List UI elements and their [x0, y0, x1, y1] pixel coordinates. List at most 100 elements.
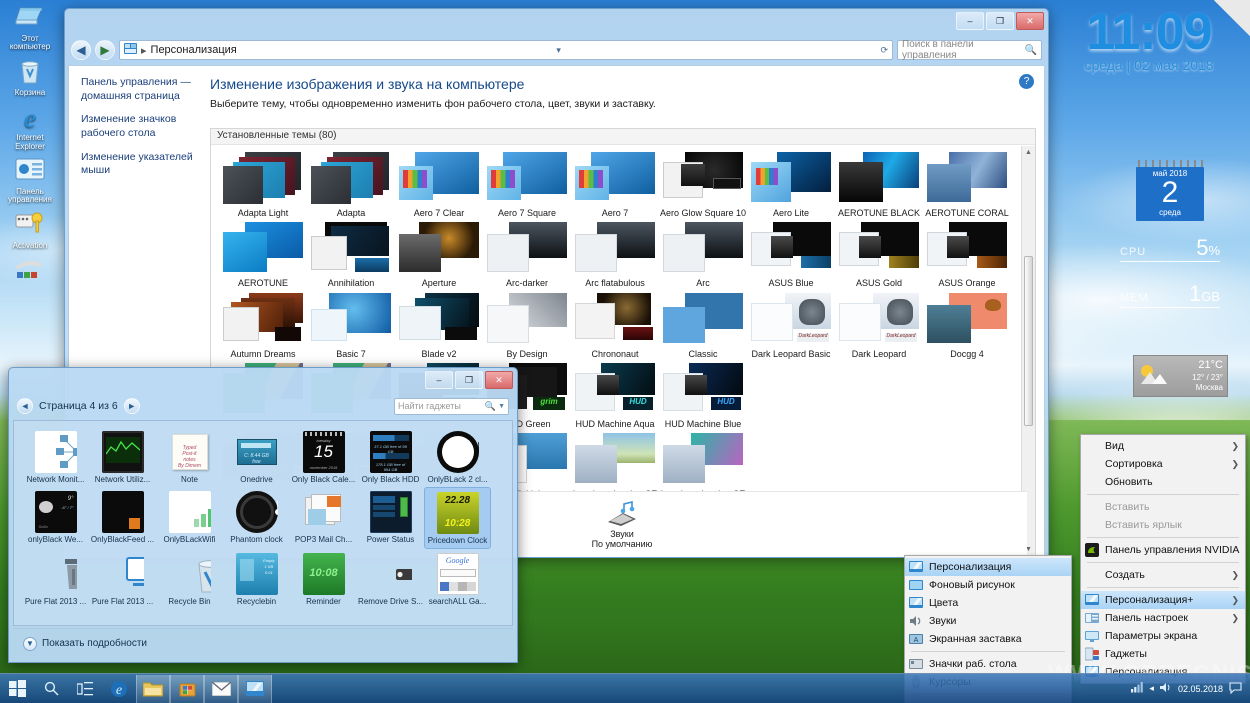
- gadget-item[interactable]: 37.1 GB free of 99 GB 178.1 GB free of 95…: [357, 427, 424, 487]
- gadget-item[interactable]: Empty 1 KB 0.01 Recyclebin: [223, 549, 290, 609]
- theme-item[interactable]: Adapta Light: [219, 152, 307, 218]
- taskbar[interactable]: e ◂ 02.05.2018: [0, 673, 1250, 703]
- gadgets-maximize-button[interactable]: ❐: [455, 371, 483, 389]
- menu-item[interactable]: Панель настроек ❯: [1081, 609, 1245, 627]
- menu-item[interactable]: Вид ❯: [1081, 437, 1245, 455]
- menu-item[interactable]: Параметры экрана: [1081, 627, 1245, 645]
- gadget-item[interactable]: 10:08 Reminder: [290, 549, 357, 609]
- theme-item[interactable]: Aero 7: [571, 152, 659, 218]
- theme-item[interactable]: AEROTUNE: [219, 222, 307, 288]
- tray-action-center-icon[interactable]: [1229, 681, 1242, 696]
- tray-network-icon[interactable]: [1131, 682, 1144, 695]
- theme-item[interactable]: HUD HUD Machine Aqua: [571, 363, 659, 429]
- sidebar-link-mouse-pointers[interactable]: Изменение указателей мыши: [81, 151, 194, 178]
- theme-item[interactable]: ASUS Orange: [923, 222, 1011, 288]
- theme-item[interactable]: Aero 7 Clear: [395, 152, 483, 218]
- chevron-down-icon[interactable]: ▼: [23, 636, 37, 651]
- theme-item[interactable]: Chrononaut: [571, 292, 659, 359]
- theme-item[interactable]: Annihilation: [307, 222, 395, 288]
- show-details-link[interactable]: Показать подробности: [42, 638, 147, 649]
- system-tray[interactable]: ◂ 02.05.2018: [1131, 681, 1250, 696]
- gadget-item[interactable]: Recycle Bin: [156, 549, 223, 609]
- menu-item[interactable]: Звуки: [905, 612, 1071, 630]
- desktop-icon-recycle-bin[interactable]: Корзина: [2, 58, 58, 97]
- gadget-item[interactable]: POP3 Mail Ch...: [290, 487, 357, 549]
- theme-item[interactable]: HUD HUD Machine Blue: [659, 363, 747, 429]
- gadget-item[interactable]: 22.28 10:28 Pricedown Clock: [424, 486, 491, 549]
- menu-item[interactable]: A Экранная заставка: [905, 630, 1071, 648]
- gadget-item[interactable]: Power Status: [357, 487, 424, 549]
- theme-item[interactable]: Aperture: [395, 222, 483, 288]
- refresh-icon[interactable]: ⟳: [880, 45, 888, 56]
- taskbar-clock[interactable]: 02.05.2018: [1178, 684, 1223, 694]
- mail-button[interactable]: [204, 674, 238, 703]
- theme-item[interactable]: Adapta: [307, 152, 395, 218]
- store-button[interactable]: [170, 674, 204, 703]
- forward-button[interactable]: ▶: [95, 40, 115, 60]
- sidebar-link-desktop-icons[interactable]: Изменение значков рабочего стола: [81, 113, 194, 140]
- gadget-item[interactable]: Phantom clock: [223, 487, 290, 549]
- gadget-item[interactable]: Network Monit...: [22, 427, 89, 487]
- gadget-item[interactable]: Remove Drive S...: [357, 549, 424, 609]
- scrollbar-thumb[interactable]: [1024, 256, 1033, 426]
- menu-item[interactable]: Фоновый рисунок: [905, 576, 1071, 594]
- internet-explorer-button[interactable]: e: [102, 675, 136, 703]
- gadget-item[interactable]: Network Utiliz...: [89, 427, 156, 487]
- gadget-item[interactable]: OnlyBLack 2 cl...: [424, 427, 491, 487]
- maximize-button[interactable]: ❐: [986, 12, 1014, 30]
- gadget-item[interactable]: i Pure Flat 2013 ...: [89, 549, 156, 609]
- gadgets-minimize-button[interactable]: –: [425, 371, 453, 389]
- chevron-down-icon[interactable]: ▼: [498, 403, 505, 410]
- gadget-item[interactable]: Google searchALL Ga...: [424, 549, 491, 609]
- chevron-down-icon[interactable]: ▾: [556, 45, 561, 56]
- menu-item[interactable]: Панель управления NVIDIA: [1081, 541, 1245, 559]
- theme-item[interactable]: Basic 7: [307, 292, 395, 359]
- gadget-item[interactable]: Pure Flat 2013 ...: [22, 549, 89, 609]
- theme-item[interactable]: Aero Glow Square 10: [659, 152, 747, 218]
- theme-item[interactable]: ASUS Gold: [835, 222, 923, 288]
- theme-item[interactable]: By Design: [483, 292, 571, 359]
- gadgets-titlebar[interactable]: – ❐ ✕: [9, 368, 517, 394]
- gadgets-gallery-window[interactable]: – ❐ ✕ ◄ Страница 4 из 6 ► Найти гаджеты …: [8, 367, 518, 663]
- minimize-button[interactable]: –: [956, 12, 984, 30]
- help-button[interactable]: ?: [1019, 74, 1034, 89]
- gadget-item[interactable]: OnlyBlackFeed ...: [89, 487, 156, 549]
- back-button[interactable]: ◀: [71, 40, 91, 60]
- explorer-button[interactable]: [136, 674, 170, 703]
- gadgets-next-button[interactable]: ►: [123, 398, 140, 414]
- theme-item[interactable]: Docgg 4: [923, 292, 1011, 359]
- desktop-icon-shortcut[interactable]: [2, 256, 58, 286]
- theme-item[interactable]: AEROTUNE BLACK: [835, 152, 923, 218]
- gadget-item[interactable]: C: 8.44 GB free Onedrive: [223, 427, 290, 487]
- theme-item[interactable]: Arc flatabulous: [571, 222, 659, 288]
- tray-expand-icon[interactable]: ◂: [1149, 683, 1154, 694]
- desktop-icon-computer[interactable]: Этот компьютер: [2, 4, 58, 52]
- menu-item[interactable]: Персонализация: [905, 558, 1071, 576]
- menu-item[interactable]: Создать ❯: [1081, 566, 1245, 584]
- gadget-item[interactable]: 9° -6° / 7° Sofia onlyBlack We...: [22, 487, 89, 549]
- start-button[interactable]: [0, 675, 34, 703]
- system-meter-gadget[interactable]: CPU 5% MEM 1GB: [1120, 235, 1220, 330]
- gadget-item[interactable]: tuesday 15 november 2016 Only Black Cale...: [290, 427, 357, 487]
- gadget-item[interactable]: OnlyBLackWifi: [156, 487, 223, 549]
- gadgets-grid[interactable]: Network Monit... Network Utiliz... Typed P…: [13, 420, 513, 626]
- search-button[interactable]: [34, 675, 68, 703]
- gadgets-prev-button[interactable]: ◄: [17, 398, 33, 414]
- personalization-titlebar[interactable]: – ❐ ✕: [65, 9, 1048, 37]
- desktop-icon-control-panel[interactable]: Панель управления: [2, 157, 58, 205]
- menu-item[interactable]: Персонализация+ ❯: [1081, 591, 1245, 609]
- theme-item[interactable]: Aero Lite: [747, 152, 835, 218]
- menu-item[interactable]: Обновить: [1081, 473, 1245, 491]
- theme-item[interactable]: Autumn Dreams: [219, 292, 307, 359]
- desktop-icon-internet-explorer[interactable]: e Internet Explorer: [2, 103, 58, 151]
- sidebar-link-home[interactable]: Панель управления — домашняя страница: [81, 76, 194, 103]
- theme-item[interactable]: DarkLeopard Dark Leopard: [835, 292, 923, 359]
- clock-gadget[interactable]: 11:09 среда | 02 мая 2018: [1054, 6, 1244, 74]
- calendar-gadget[interactable]: май 2018 2 среда: [1136, 160, 1204, 221]
- close-button[interactable]: ✕: [1016, 12, 1044, 30]
- theme-item[interactable]: DarkLeopard Dark Leopard Basic: [747, 292, 835, 359]
- theme-item[interactable]: ASUS Blue: [747, 222, 835, 288]
- gadgets-close-button[interactable]: ✕: [485, 371, 513, 389]
- desktop-context-menu[interactable]: Вид ❯ Сортировка ❯ Обновить Вставить Вставить …: [1080, 434, 1246, 684]
- tray-volume-icon[interactable]: [1159, 682, 1172, 695]
